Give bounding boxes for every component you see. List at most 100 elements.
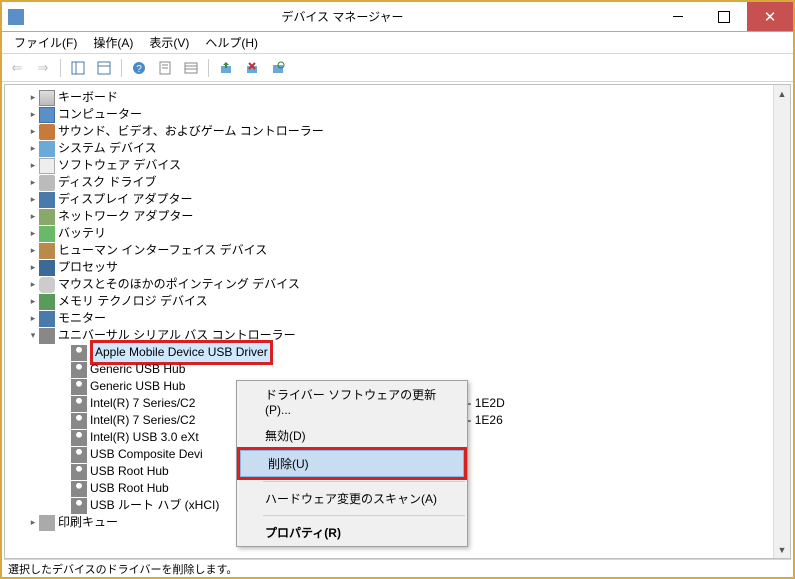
statusbar-text: 選択したデバイスのドライバーを削除します。 — [8, 564, 237, 576]
app-icon — [8, 9, 24, 25]
tree-row[interactable]: ▸ ネットワーク アダプター — [5, 208, 790, 225]
maximize-button[interactable] — [701, 2, 747, 31]
tree-item-label: ネットワーク アダプター — [58, 208, 193, 225]
ctx-update-driver[interactable]: ドライバー ソフトウェアの更新(P)... — [237, 381, 467, 422]
toolbar: ⇐ ⇒ ? — [2, 54, 793, 82]
expand-collapsed-icon[interactable]: ▸ — [27, 293, 39, 310]
tree-item-label: Intel(R) 7 Series/C2 — [90, 395, 195, 412]
tree-row[interactable]: ▸ ヒューマン インターフェイス デバイス — [5, 242, 790, 259]
tree-row[interactable]: ▸ モニター — [5, 310, 790, 327]
menu-view[interactable]: 表示(V) — [141, 32, 197, 53]
toolbar-scan[interactable] — [267, 57, 289, 79]
expand-collapsed-icon[interactable]: ▸ — [27, 225, 39, 242]
tree-row[interactable]: ▸ システム デバイス — [5, 140, 790, 157]
expand-collapsed-icon[interactable]: ▸ — [27, 276, 39, 293]
highlight-box-delete: 削除(U) — [237, 447, 467, 480]
statusbar: 選択したデバイスのドライバーを削除します。 — [4, 559, 791, 577]
usbdev-icon — [71, 498, 87, 514]
system-icon — [39, 141, 55, 157]
tree-item-label: キーボード — [58, 89, 118, 106]
context-menu: ドライバー ソフトウェアの更新(P)... 無効(D) 削除(U) ハードウェア… — [236, 380, 468, 547]
computer-icon — [39, 107, 55, 123]
toolbar-update-driver[interactable] — [215, 57, 237, 79]
usbdev-icon — [71, 362, 87, 378]
tree-item-label: モニター — [58, 310, 106, 327]
ctx-separator — [263, 515, 465, 516]
tree-row[interactable]: ▸ キーボード — [5, 89, 790, 106]
tree-row[interactable]: Apple Mobile Device USB Driver — [5, 344, 790, 361]
close-button[interactable]: ✕ — [747, 2, 793, 31]
tree-item-label: USB Root Hub — [90, 463, 169, 480]
window-title: デバイス マネージャー — [30, 8, 655, 25]
tree-row[interactable]: ▸ソフトウェア デバイス — [5, 157, 790, 174]
usbdev-icon — [71, 396, 87, 412]
expand-collapsed-icon[interactable]: ▸ — [27, 140, 39, 157]
toolbar-list[interactable] — [180, 57, 202, 79]
keyboard-icon — [39, 90, 55, 106]
tree-row[interactable]: ▸コンピューター — [5, 106, 790, 123]
tree-row[interactable]: Generic USB Hub — [5, 361, 790, 378]
network-icon — [39, 209, 55, 225]
toolbar-sep — [208, 59, 209, 77]
tree-item-label: サウンド、ビデオ、およびゲーム コントローラー — [58, 123, 324, 140]
expand-open-icon[interactable]: ▾ — [27, 327, 39, 344]
tree-item-label: ヒューマン インターフェイス デバイス — [58, 242, 267, 259]
sound-icon — [39, 124, 55, 140]
usbdev-icon — [71, 464, 87, 480]
expand-collapsed-icon[interactable]: ▸ — [27, 123, 39, 140]
display-icon — [39, 192, 55, 208]
ctx-scan-hardware[interactable]: ハードウェア変更のスキャン(A) — [237, 485, 467, 512]
toolbar-show-hide-tree[interactable] — [67, 57, 89, 79]
expand-collapsed-icon[interactable]: ▸ — [27, 106, 39, 123]
tree-row[interactable]: ▸ バッテリ — [5, 225, 790, 242]
toolbar-uninstall[interactable] — [241, 57, 263, 79]
scroll-up-icon[interactable]: ▲ — [774, 85, 790, 102]
scroll-down-icon[interactable]: ▼ — [774, 541, 790, 558]
toolbar-view-icon[interactable] — [93, 57, 115, 79]
tree-item-label: メモリ テクノロジ デバイス — [58, 293, 208, 310]
expand-collapsed-icon[interactable]: ▸ — [27, 191, 39, 208]
tree-row[interactable]: ▸プロセッサ — [5, 259, 790, 276]
menu-file[interactable]: ファイル(F) — [6, 32, 85, 53]
menu-action[interactable]: 操作(A) — [85, 32, 141, 53]
tree-item-label: Generic USB Hub — [90, 378, 185, 395]
expand-collapsed-icon[interactable]: ▸ — [27, 157, 39, 174]
menu-help[interactable]: ヘルプ(H) — [197, 32, 266, 53]
usbdev-icon — [71, 430, 87, 446]
ctx-delete[interactable]: 削除(U) — [240, 450, 464, 477]
vertical-scrollbar[interactable]: ▲ ▼ — [773, 85, 790, 558]
usb-icon — [39, 328, 55, 344]
mouse-icon — [39, 277, 55, 293]
toolbar-sep — [121, 59, 122, 77]
minimize-button[interactable] — [655, 2, 701, 31]
toolbar-properties[interactable] — [154, 57, 176, 79]
tree-row[interactable]: ▸ サウンド、ビデオ、およびゲーム コントローラー — [5, 123, 790, 140]
tree-row[interactable]: ▸ メモリ テクノロジ デバイス — [5, 293, 790, 310]
toolbar-back: ⇐ — [6, 57, 28, 79]
tree-row[interactable]: ▸ ディスプレイ アダプター — [5, 191, 790, 208]
ctx-properties-label: プロパティ(R) — [265, 526, 341, 540]
tree-item-label: バッテリ — [58, 225, 106, 242]
tree-item-label: システム デバイス — [58, 140, 157, 157]
print-icon — [39, 515, 55, 531]
expand-collapsed-icon[interactable]: ▸ — [27, 242, 39, 259]
toolbar-help[interactable]: ? — [128, 57, 150, 79]
svg-text:?: ? — [136, 64, 142, 75]
expand-collapsed-icon[interactable]: ▸ — [27, 89, 39, 106]
expand-collapsed-icon[interactable]: ▸ — [27, 310, 39, 327]
tree-row[interactable]: ▸ ディスク ドライブ — [5, 174, 790, 191]
ctx-properties[interactable]: プロパティ(R) — [237, 519, 467, 546]
tree-item-label: ディスク ドライブ — [58, 174, 157, 191]
tree-row[interactable]: ▸マウスとそのほかのポインティング デバイス — [5, 276, 790, 293]
expand-collapsed-icon[interactable]: ▸ — [27, 514, 39, 531]
ctx-disable[interactable]: 無効(D) — [237, 422, 467, 449]
memory-icon — [39, 294, 55, 310]
tree-item-label: ディスプレイ アダプター — [58, 191, 193, 208]
expand-collapsed-icon[interactable]: ▸ — [27, 259, 39, 276]
usbdev-icon — [71, 447, 87, 463]
tree-item-label: 印刷キュー — [58, 514, 118, 531]
toolbar-sep — [60, 59, 61, 77]
expand-collapsed-icon[interactable]: ▸ — [27, 208, 39, 225]
expand-collapsed-icon[interactable]: ▸ — [27, 174, 39, 191]
cpu-icon — [39, 260, 55, 276]
